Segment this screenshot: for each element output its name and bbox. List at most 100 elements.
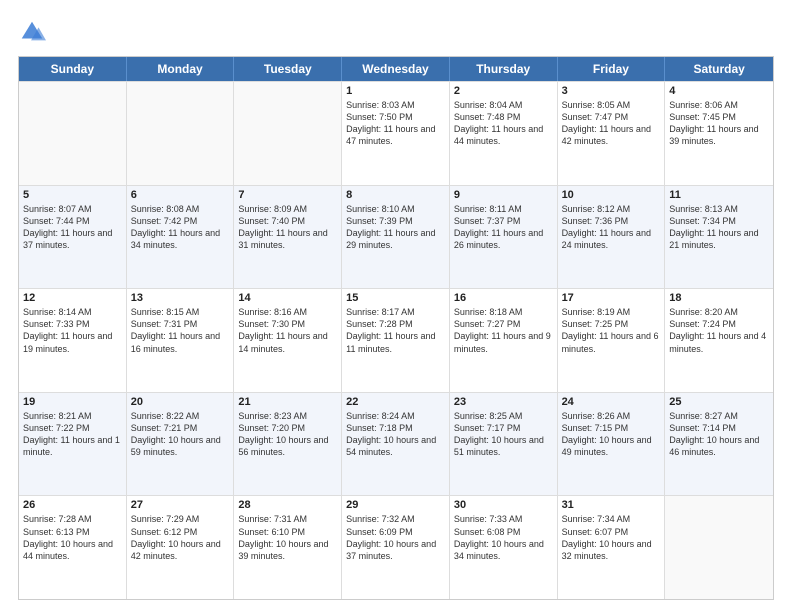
logo-icon xyxy=(18,18,46,46)
day-cell-9: 9 Sunrise: 8:11 AM Sunset: 7:37 PM Daylig… xyxy=(450,186,558,289)
day-info: Sunrise: 8:19 AM Sunset: 7:25 PM Dayligh… xyxy=(562,306,661,355)
day-cell-23: 23 Sunrise: 8:25 AM Sunset: 7:17 PM Dayli… xyxy=(450,393,558,496)
day-number: 9 xyxy=(454,189,553,201)
header-day-friday: Friday xyxy=(558,57,666,81)
day-info: Sunrise: 8:04 AM Sunset: 7:48 PM Dayligh… xyxy=(454,99,553,148)
day-info: Sunrise: 8:14 AM Sunset: 7:33 PM Dayligh… xyxy=(23,306,122,355)
day-cell-15: 15Sunrise: 8:17 AM Sunset: 7:28 PM Dayli… xyxy=(342,289,450,392)
day-info: Sunrise: 8:06 AM Sunset: 7:45 PM Dayligh… xyxy=(669,99,769,148)
day-number: 17 xyxy=(562,292,661,304)
day-info: Sunrise: 8:27 AM Sunset: 7:14 PM Dayligh… xyxy=(669,410,769,459)
empty-cell-r4c6 xyxy=(665,496,773,599)
day-number: 31 xyxy=(562,499,661,511)
day-number: 2 xyxy=(454,85,553,97)
day-number: 7 xyxy=(238,189,337,201)
logo xyxy=(18,18,50,46)
calendar-header: SundayMondayTuesdayWednesdayThursdayFrid… xyxy=(19,57,773,81)
day-info: Sunrise: 8:26 AM Sunset: 7:15 PM Dayligh… xyxy=(562,410,661,459)
day-cell-17: 17 Sunrise: 8:19 AM Sunset: 7:25 PM Dayli… xyxy=(558,289,666,392)
day-number: 23 xyxy=(454,396,553,408)
day-cell-19: 19Sunrise: 8:21 AM Sunset: 7:22 PM Dayli… xyxy=(19,393,127,496)
day-number: 21 xyxy=(238,396,337,408)
day-info: Sunrise: 8:15 AM Sunset: 7:31 PM Dayligh… xyxy=(131,306,230,355)
day-number: 30 xyxy=(454,499,553,511)
day-number: 4 xyxy=(669,85,769,97)
page: SundayMondayTuesdayWednesdayThursdayFrid… xyxy=(0,0,792,612)
day-cell-11: 11 Sunrise: 8:13 AM Sunset: 7:34 PM Dayli… xyxy=(665,186,773,289)
day-number: 13 xyxy=(131,292,230,304)
day-cell-13: 13 Sunrise: 8:15 AM Sunset: 7:31 PM Dayli… xyxy=(127,289,235,392)
day-cell-20: 20 Sunrise: 8:22 AM Sunset: 7:21 PM Dayli… xyxy=(127,393,235,496)
day-cell-18: 18Sunrise: 8:20 AM Sunset: 7:24 PM Dayli… xyxy=(665,289,773,392)
day-number: 24 xyxy=(562,396,661,408)
day-number: 10 xyxy=(562,189,661,201)
day-info: Sunrise: 8:09 AM Sunset: 7:40 PM Dayligh… xyxy=(238,203,337,252)
calendar-row-1: 5 Sunrise: 8:07 AM Sunset: 7:44 PM Daylig… xyxy=(19,185,773,289)
header-day-saturday: Saturday xyxy=(665,57,773,81)
day-cell-22: 22 Sunrise: 8:24 AM Sunset: 7:18 PM Dayli… xyxy=(342,393,450,496)
day-cell-27: 27Sunrise: 7:29 AM Sunset: 6:12 PM Dayli… xyxy=(127,496,235,599)
header-day-sunday: Sunday xyxy=(19,57,127,81)
header-day-thursday: Thursday xyxy=(450,57,558,81)
day-cell-8: 8 Sunrise: 8:10 AM Sunset: 7:39 PM Daylig… xyxy=(342,186,450,289)
day-info: Sunrise: 8:18 AM Sunset: 7:27 PM Dayligh… xyxy=(454,306,553,355)
day-number: 25 xyxy=(669,396,769,408)
day-number: 3 xyxy=(562,85,661,97)
day-number: 12 xyxy=(23,292,122,304)
day-number: 28 xyxy=(238,499,337,511)
day-number: 18 xyxy=(669,292,769,304)
day-cell-24: 24 Sunrise: 8:26 AM Sunset: 7:15 PM Dayli… xyxy=(558,393,666,496)
day-cell-21: 21 Sunrise: 8:23 AM Sunset: 7:20 PM Dayli… xyxy=(234,393,342,496)
day-info: Sunrise: 8:12 AM Sunset: 7:36 PM Dayligh… xyxy=(562,203,661,252)
day-cell-29: 29Sunrise: 7:32 AM Sunset: 6:09 PM Dayli… xyxy=(342,496,450,599)
day-info: Sunrise: 8:22 AM Sunset: 7:21 PM Dayligh… xyxy=(131,410,230,459)
day-info: Sunrise: 8:24 AM Sunset: 7:18 PM Dayligh… xyxy=(346,410,445,459)
day-cell-3: 3 Sunrise: 8:05 AM Sunset: 7:47 PM Daylig… xyxy=(558,82,666,185)
header-day-monday: Monday xyxy=(127,57,235,81)
day-info: Sunrise: 8:05 AM Sunset: 7:47 PM Dayligh… xyxy=(562,99,661,148)
day-cell-28: 28 Sunrise: 7:31 AM Sunset: 6:10 PM Dayli… xyxy=(234,496,342,599)
day-cell-31: 31Sunrise: 7:34 AM Sunset: 6:07 PM Dayli… xyxy=(558,496,666,599)
day-info: Sunrise: 8:03 AM Sunset: 7:50 PM Dayligh… xyxy=(346,99,445,148)
day-number: 29 xyxy=(346,499,445,511)
day-cell-5: 5 Sunrise: 8:07 AM Sunset: 7:44 PM Daylig… xyxy=(19,186,127,289)
day-number: 8 xyxy=(346,189,445,201)
day-info: Sunrise: 8:07 AM Sunset: 7:44 PM Dayligh… xyxy=(23,203,122,252)
header-day-tuesday: Tuesday xyxy=(234,57,342,81)
day-info: Sunrise: 8:10 AM Sunset: 7:39 PM Dayligh… xyxy=(346,203,445,252)
day-info: Sunrise: 8:13 AM Sunset: 7:34 PM Dayligh… xyxy=(669,203,769,252)
day-info: Sunrise: 8:11 AM Sunset: 7:37 PM Dayligh… xyxy=(454,203,553,252)
day-number: 22 xyxy=(346,396,445,408)
day-number: 5 xyxy=(23,189,122,201)
day-number: 19 xyxy=(23,396,122,408)
day-cell-7: 7 Sunrise: 8:09 AM Sunset: 7:40 PM Daylig… xyxy=(234,186,342,289)
day-info: Sunrise: 8:23 AM Sunset: 7:20 PM Dayligh… xyxy=(238,410,337,459)
calendar-body: 1Sunrise: 8:03 AM Sunset: 7:50 PM Daylig… xyxy=(19,81,773,599)
calendar-row-2: 12 Sunrise: 8:14 AM Sunset: 7:33 PM Dayli… xyxy=(19,288,773,392)
calendar-row-3: 19Sunrise: 8:21 AM Sunset: 7:22 PM Dayli… xyxy=(19,392,773,496)
calendar-row-0: 1Sunrise: 8:03 AM Sunset: 7:50 PM Daylig… xyxy=(19,81,773,185)
day-cell-6: 6 Sunrise: 8:08 AM Sunset: 7:42 PM Daylig… xyxy=(127,186,235,289)
day-number: 14 xyxy=(238,292,337,304)
day-info: Sunrise: 8:25 AM Sunset: 7:17 PM Dayligh… xyxy=(454,410,553,459)
day-info: Sunrise: 7:33 AM Sunset: 6:08 PM Dayligh… xyxy=(454,513,553,562)
day-info: Sunrise: 8:08 AM Sunset: 7:42 PM Dayligh… xyxy=(131,203,230,252)
empty-cell-r0c0 xyxy=(19,82,127,185)
day-number: 20 xyxy=(131,396,230,408)
empty-cell-r0c2 xyxy=(234,82,342,185)
day-cell-2: 2 Sunrise: 8:04 AM Sunset: 7:48 PM Daylig… xyxy=(450,82,558,185)
day-number: 26 xyxy=(23,499,122,511)
day-cell-16: 16Sunrise: 8:18 AM Sunset: 7:27 PM Dayli… xyxy=(450,289,558,392)
day-cell-14: 14Sunrise: 8:16 AM Sunset: 7:30 PM Dayli… xyxy=(234,289,342,392)
day-info: Sunrise: 7:28 AM Sunset: 6:13 PM Dayligh… xyxy=(23,513,122,562)
day-info: Sunrise: 7:31 AM Sunset: 6:10 PM Dayligh… xyxy=(238,513,337,562)
day-cell-1: 1Sunrise: 8:03 AM Sunset: 7:50 PM Daylig… xyxy=(342,82,450,185)
day-number: 15 xyxy=(346,292,445,304)
day-cell-30: 30 Sunrise: 7:33 AM Sunset: 6:08 PM Dayli… xyxy=(450,496,558,599)
day-cell-25: 25 Sunrise: 8:27 AM Sunset: 7:14 PM Dayli… xyxy=(665,393,773,496)
day-cell-10: 10 Sunrise: 8:12 AM Sunset: 7:36 PM Dayli… xyxy=(558,186,666,289)
day-cell-4: 4 Sunrise: 8:06 AM Sunset: 7:45 PM Daylig… xyxy=(665,82,773,185)
day-number: 11 xyxy=(669,189,769,201)
day-number: 6 xyxy=(131,189,230,201)
day-cell-12: 12 Sunrise: 8:14 AM Sunset: 7:33 PM Dayli… xyxy=(19,289,127,392)
